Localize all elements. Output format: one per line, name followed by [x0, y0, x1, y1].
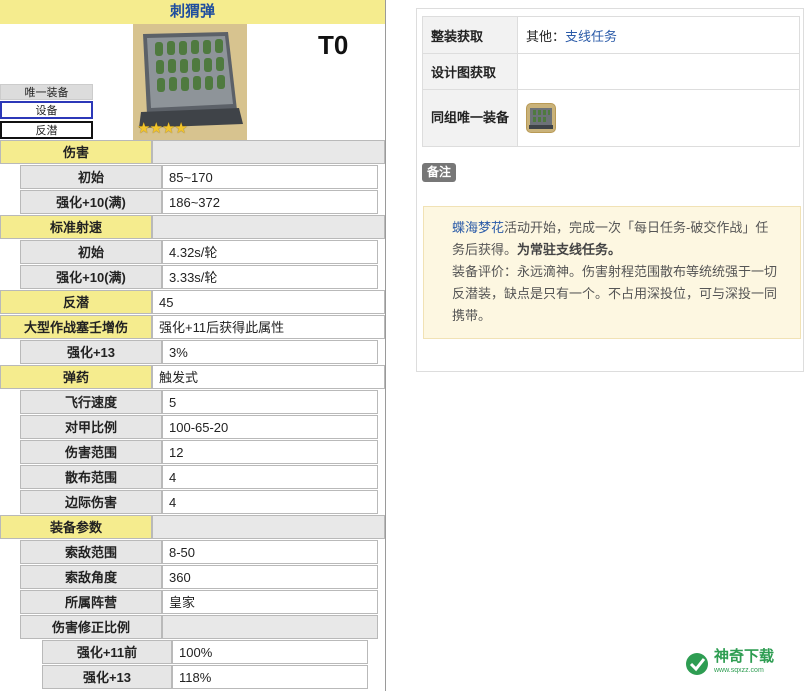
- notes-badge: 备注: [422, 163, 457, 182]
- stat-label: 标准射速: [0, 215, 152, 239]
- stat-label: 索敌范围: [20, 540, 162, 564]
- stat-row: 强化+13 3%: [0, 340, 385, 364]
- stat-label: 大型作战塞壬增伤: [0, 315, 152, 339]
- stat-label: 反潜: [0, 290, 152, 314]
- stat-label: 强化+13: [42, 665, 172, 689]
- stat-value: 4.32s/轮: [162, 240, 378, 264]
- stat-label: 伤害修正比例: [20, 615, 162, 639]
- unique-equipment-tag: 唯一装备: [0, 84, 93, 100]
- rarity-stars: ★★★★: [137, 119, 188, 137]
- stat-value: [152, 140, 385, 164]
- stat-value: [162, 615, 378, 639]
- stat-row: 反潜 45: [0, 290, 385, 314]
- notes-text-2: 装备评价：永远滴神。伤害射程范围散布等统统强于一切反潜装，缺点是只有一个。不占用…: [452, 264, 778, 323]
- stat-value: 8-50: [162, 540, 378, 564]
- stat-row: 边际伤害 4: [0, 490, 385, 514]
- stat-row: 装备参数: [0, 515, 385, 539]
- stat-value: 85~170: [162, 165, 378, 189]
- stat-row: 伤害: [0, 140, 385, 164]
- stat-label: 边际伤害: [20, 490, 162, 514]
- acquire-row-blueprint: 设计图获取: [422, 53, 800, 90]
- stat-value: 3%: [162, 340, 378, 364]
- stat-value: 4: [162, 490, 378, 514]
- watermark: 神奇下载 www.sqxzz.com: [684, 648, 775, 678]
- stat-value: 45: [152, 290, 385, 314]
- stat-label: 伤害: [0, 140, 152, 164]
- type-tag-antisub[interactable]: 反潜: [0, 121, 93, 139]
- type-tag-device[interactable]: 设备: [0, 101, 93, 119]
- stat-label: 飞行速度: [20, 390, 162, 414]
- stat-row: 飞行速度 5: [0, 390, 385, 414]
- stat-value: [152, 515, 385, 539]
- notes-box: 蝶海梦花活动开始，完成一次「每日任务-破交作战」任务后获得。为常驻支线任务。 装…: [423, 206, 801, 339]
- stat-label: 强化+13: [20, 340, 162, 364]
- stat-label: 初始: [20, 165, 162, 189]
- stat-row: 强化+11前 100%: [0, 640, 385, 664]
- stat-row: 标准射速: [0, 215, 385, 239]
- stat-label: 强化+10(满): [20, 265, 162, 289]
- stat-row: 强化+13 118%: [0, 665, 385, 689]
- star-icon: ★: [149, 120, 162, 137]
- stat-row: 弹药 触发式: [0, 365, 385, 389]
- acquire-label: 整装获取: [423, 17, 518, 53]
- stat-value: 118%: [172, 665, 368, 689]
- stat-row: 大型作战塞壬增伤 强化+11后获得此属性: [0, 315, 385, 339]
- watermark-url: www.sqxzz.com: [714, 667, 764, 674]
- watermark-logo-icon: [686, 653, 708, 675]
- stat-label: 初始: [20, 240, 162, 264]
- blueprint-label: 设计图获取: [423, 54, 518, 89]
- stat-value: 强化+11后获得此属性: [152, 315, 385, 339]
- stat-value: 100%: [172, 640, 368, 664]
- stat-value: 4: [162, 465, 378, 489]
- group-unique-value: [518, 90, 799, 146]
- stat-row: 散布范围 4: [0, 465, 385, 489]
- stat-label: 索敌角度: [20, 565, 162, 589]
- acquire-row-group: 同组唯一装备: [422, 89, 800, 147]
- star-icon: ★: [161, 120, 175, 137]
- stat-value: 360: [162, 565, 378, 589]
- stat-value: 触发式: [152, 365, 385, 389]
- event-link[interactable]: 蝶海梦花: [452, 220, 504, 235]
- stat-row: 强化+10(满) 186~372: [0, 190, 385, 214]
- stat-row: 强化+10(满) 3.33s/轮: [0, 265, 385, 289]
- group-unique-label: 同组唯一装备: [423, 90, 518, 146]
- stat-row: 索敌范围 8-50: [0, 540, 385, 564]
- stat-row: 初始 4.32s/轮: [0, 240, 385, 264]
- star-icon: ★: [137, 120, 150, 137]
- stat-value: 12: [162, 440, 378, 464]
- stat-value: 皇家: [162, 590, 378, 614]
- stat-label: 对甲比例: [20, 415, 162, 439]
- acquire-value: 其他： 支线任务: [518, 17, 799, 53]
- stat-value: 100-65-20: [162, 415, 378, 439]
- equipment-panel: 刺猬弹 ★★★★ T0 唯一装备 设备 反潜 伤害 初始 85~170 强化+10(满…: [0, 0, 386, 691]
- star-icon: ★: [174, 120, 187, 137]
- tier-label: T0: [318, 30, 349, 60]
- blueprint-value: [518, 54, 799, 89]
- stat-label: 强化+10(满): [20, 190, 162, 214]
- watermark-name: 神奇下载: [714, 648, 775, 665]
- acquire-row-full: 整装获取 其他： 支线任务: [422, 16, 800, 54]
- stat-row: 所属阵营 皇家: [0, 590, 385, 614]
- acquire-prefix: 其他：: [526, 28, 566, 44]
- stat-value: 3.33s/轮: [162, 265, 378, 289]
- stat-row: 对甲比例 100-65-20: [0, 415, 385, 439]
- group-equipment-icon[interactable]: [526, 103, 556, 133]
- stat-label: 散布范围: [20, 465, 162, 489]
- stat-value: 186~372: [162, 190, 378, 214]
- stat-label: 弹药: [0, 365, 152, 389]
- stat-row: 伤害范围 12: [0, 440, 385, 464]
- stat-label: 装备参数: [0, 515, 152, 539]
- equipment-name: 刺猬弹: [0, 0, 385, 24]
- stat-value: 5: [162, 390, 378, 414]
- stat-row: 索敌角度 360: [0, 565, 385, 589]
- stat-label: 伤害范围: [20, 440, 162, 464]
- stat-row: 伤害修正比例: [0, 615, 385, 639]
- stat-label: 强化+11前: [42, 640, 172, 664]
- stat-label: 所属阵营: [20, 590, 162, 614]
- side-quest-link[interactable]: 支线任务: [565, 26, 617, 45]
- equipment-image: ★★★★: [133, 24, 247, 140]
- stat-value: [152, 215, 385, 239]
- notes-bold: 为常驻支线任务。: [517, 242, 622, 257]
- stat-row: 初始 85~170: [0, 165, 385, 189]
